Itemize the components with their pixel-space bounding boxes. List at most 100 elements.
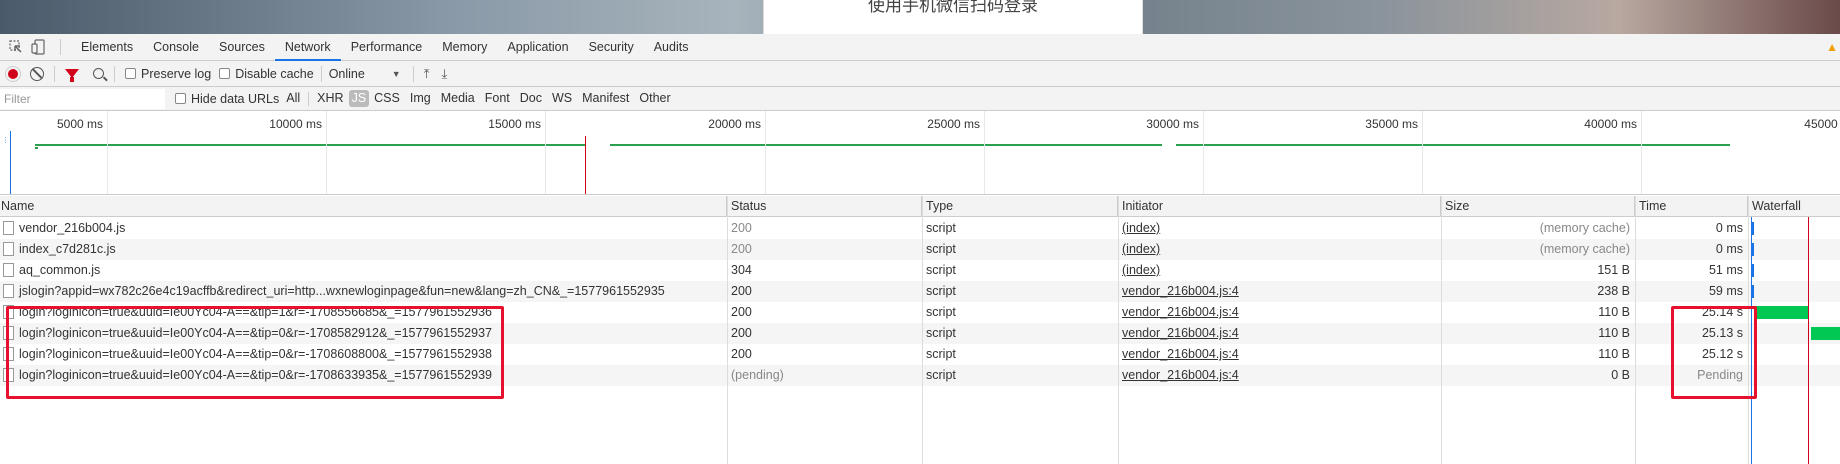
cell-initiator[interactable]: vendor_216b004.js:4 — [1118, 281, 1441, 302]
tab-elements[interactable]: Elements — [71, 34, 143, 61]
filter-type-css[interactable]: CSS — [369, 90, 405, 107]
tab-security[interactable]: Security — [579, 34, 644, 61]
status-value: (pending) — [731, 368, 784, 382]
device-toolbar-icon[interactable] — [28, 37, 48, 57]
tab-audits[interactable]: Audits — [644, 34, 699, 61]
clear-icon[interactable] — [30, 66, 44, 81]
overview-request-line — [35, 147, 38, 149]
cell-initiator[interactable]: vendor_216b004.js:4 — [1118, 302, 1441, 323]
cell-size: 110 B — [1441, 323, 1635, 344]
filter-type-other[interactable]: Other — [634, 90, 675, 107]
network-overview[interactable]: ⋮ 5000 ms 10000 ms 15000 ms 20000 ms 25000 m… — [0, 111, 1840, 195]
import-har-icon[interactable]: ⤒ — [424, 66, 430, 82]
cell-name: index_c7d281c.js — [0, 239, 727, 260]
cell-initiator[interactable]: vendor_216b004.js:4 — [1118, 365, 1441, 386]
filter-type-all[interactable]: All — [281, 90, 305, 107]
checkbox-box[interactable] — [219, 68, 231, 79]
divider — [114, 65, 115, 82]
throttle-value: Online — [328, 66, 365, 81]
request-name: index_c7d281c.js — [19, 242, 116, 256]
initiator-value[interactable]: (index) — [1122, 221, 1160, 235]
login-card: 使用手机微信扫码登录 — [763, 0, 1143, 34]
column-header-status[interactable]: Status — [727, 196, 922, 217]
status-value: 200 — [731, 347, 752, 361]
initiator-value[interactable]: (index) — [1122, 242, 1160, 256]
column-header-name[interactable]: Name — [0, 196, 727, 217]
column-header-type[interactable]: Type — [922, 196, 1118, 217]
cell-time: 0 ms — [1635, 218, 1748, 239]
record-icon[interactable] — [6, 66, 20, 81]
cell-size: 110 B — [1441, 344, 1635, 365]
column-header-size[interactable]: Size — [1441, 196, 1635, 217]
tab-application[interactable]: Application — [497, 34, 578, 61]
cell-time: 51 ms — [1635, 260, 1748, 281]
cell-initiator[interactable]: (index) — [1118, 239, 1441, 260]
preserve-log-checkbox[interactable]: Preserve log — [125, 67, 211, 81]
divider — [308, 91, 310, 106]
waterfall-bar — [1754, 306, 1808, 319]
preserve-log-label: Preserve log — [141, 66, 212, 81]
hide-data-urls-checkbox[interactable]: Hide data URLs — [175, 92, 279, 106]
tab-performance[interactable]: Performance — [341, 34, 433, 61]
tab-console[interactable]: Console — [143, 34, 209, 61]
throttle-select[interactable]: Online ▼ — [329, 67, 401, 81]
initiator-value[interactable]: (index) — [1122, 263, 1160, 277]
status-value: 200 — [731, 221, 752, 235]
filter-input[interactable] — [0, 88, 165, 109]
cell-name: vendor_216b004.js — [0, 218, 727, 239]
initiator-value[interactable]: vendor_216b004.js:4 — [1122, 368, 1239, 382]
checkbox-box[interactable] — [125, 68, 136, 79]
network-toolbar: Preserve log Disable cache Online ▼ ⤒ ⤓ — [0, 61, 1840, 87]
filter-type-doc[interactable]: Doc — [515, 90, 547, 107]
filter-icon[interactable] — [65, 69, 79, 82]
cell-status: 200 — [727, 239, 922, 260]
tab-network[interactable]: Network — [274, 34, 341, 61]
filter-type-media[interactable]: Media — [436, 90, 480, 107]
search-icon[interactable] — [93, 68, 104, 79]
type-value: script — [926, 326, 956, 340]
type-value: script — [926, 263, 956, 277]
table-row[interactable]: index_c7d281c.js 200 script (index) (memory … — [0, 239, 1840, 260]
cell-size: 151 B — [1441, 260, 1635, 281]
checkbox-box[interactable] — [175, 93, 186, 104]
size-value: (memory cache) — [1539, 221, 1630, 235]
initiator-value[interactable]: vendor_216b004.js:4 — [1122, 326, 1239, 340]
column-header-time[interactable]: Time — [1635, 196, 1748, 217]
cell-type: script — [922, 218, 1118, 239]
cell-initiator[interactable]: (index) — [1118, 260, 1441, 281]
table-row[interactable]: aq_common.js 304 script (index) 151 B 51 ms — [0, 260, 1840, 281]
warning-icon[interactable]: ▲ — [1826, 40, 1838, 54]
initiator-value[interactable]: vendor_216b004.js:4 — [1122, 284, 1239, 298]
cell-initiator[interactable]: vendor_216b004.js:4 — [1118, 323, 1441, 344]
request-name: vendor_216b004.js — [19, 221, 126, 235]
time-value: 0 ms — [1715, 242, 1743, 256]
filter-type-font[interactable]: Font — [480, 90, 515, 107]
column-divider — [1635, 196, 1636, 464]
overview-gridline — [984, 111, 985, 194]
filter-type-xhr[interactable]: XHR — [312, 90, 348, 107]
tab-memory[interactable]: Memory — [432, 34, 497, 61]
filter-bar: Hide data URLs All XHR JS CSS Img Media … — [0, 87, 1840, 111]
column-header-waterfall[interactable]: Waterfall — [1748, 196, 1840, 217]
cell-initiator[interactable]: vendor_216b004.js:4 — [1118, 344, 1441, 365]
filter-type-ws[interactable]: WS — [547, 90, 577, 107]
table-row[interactable]: vendor_216b004.js 200 script (index) (memory… — [0, 218, 1840, 239]
table-row[interactable]: jslogin?appid=wx782c26e4c19acffb&redirec… — [0, 281, 1840, 302]
inspect-element-icon[interactable] — [6, 37, 26, 57]
filter-type-manifest[interactable]: Manifest — [577, 90, 634, 107]
overview-gridline — [765, 111, 766, 194]
disable-cache-checkbox[interactable]: Disable cache — [219, 67, 314, 81]
tab-sources[interactable]: Sources — [209, 34, 275, 61]
filter-type-img[interactable]: Img — [405, 90, 436, 107]
table-header: Name Status Type Initiator Size Time Wat… — [0, 196, 1840, 217]
time-value: 51 ms — [1708, 263, 1743, 277]
time-value: 59 ms — [1708, 284, 1743, 298]
cell-status: (pending) — [727, 365, 922, 386]
initiator-value[interactable]: vendor_216b004.js:4 — [1122, 305, 1239, 319]
column-header-initiator[interactable]: Initiator — [1118, 196, 1441, 217]
cell-initiator[interactable]: (index) — [1118, 218, 1441, 239]
export-har-icon[interactable]: ⤓ — [441, 66, 447, 82]
cell-status: 304 — [727, 260, 922, 281]
filter-type-js[interactable]: JS — [348, 90, 370, 107]
initiator-value[interactable]: vendor_216b004.js:4 — [1122, 347, 1239, 361]
